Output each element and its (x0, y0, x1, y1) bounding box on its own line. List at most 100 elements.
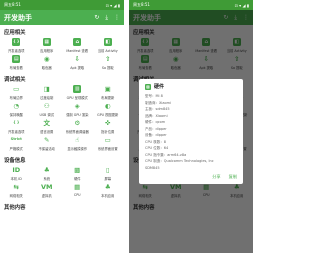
tool-tile[interactable]: ⇩ Apk 提取 (62, 55, 93, 72)
tool-tile[interactable]: ▭ 系统界面设置 (93, 136, 124, 153)
copy-button[interactable]: 复制 (229, 174, 237, 180)
tool-tile[interactable]: ◐ GPU 视图更新 (93, 102, 124, 119)
section-title: 其他内容 (4, 205, 26, 211)
tool-label: 开发者选项 (8, 129, 25, 134)
section-title: 设备信息 (4, 158, 26, 164)
download-icon[interactable]: ⤓ (105, 14, 108, 22)
more-icon[interactable]: ⋮ (114, 14, 120, 22)
tool-icon: ⚇ (43, 101, 50, 110)
tool-icon: 文 (43, 118, 51, 127)
tool-label: CPU (73, 192, 81, 197)
tool-label: 系统 (43, 176, 51, 181)
tool-tile[interactable]: ⇆ 网络相关 (1, 183, 32, 200)
tool-label: 系统界面设置 (97, 146, 118, 151)
status-bar: 周五8:51 ⊡ ▾ ◢ ▮ (0, 0, 124, 10)
tool-label: 虚拟机 (41, 193, 52, 198)
tool-label: 指针位置 (101, 129, 115, 134)
tool-label: 不保留活动 (38, 146, 55, 151)
tool-icon: ▤ (12, 55, 21, 63)
tool-icon: ♣ (104, 182, 111, 191)
chip-icon: ▩ (145, 83, 151, 90)
tool-icon: ▦ (42, 38, 51, 46)
tool-tile[interactable]: ▭ 布局边界 (1, 85, 32, 102)
tool-tile[interactable]: { } 开发者选项 (1, 119, 32, 136)
tool-tile[interactable]: ✜ 指针位置 (93, 119, 124, 136)
tool-icon: ☝ (75, 135, 80, 144)
tool-tile[interactable]: ▤ 布局查看 (1, 55, 32, 72)
tool-tile[interactable]: ⚇ USB 调试 (32, 102, 63, 119)
tool-label: 当前 Activity (97, 48, 118, 53)
tool-tile[interactable]: ▩ 硬件 (62, 166, 93, 183)
tool-label: GPU 视图更新 (97, 112, 119, 117)
dialog-title: 硬件 (154, 84, 165, 90)
tool-label: 开发者选项 (8, 48, 25, 53)
tool-label: 布局查看 (9, 65, 23, 70)
tool-label: 本机 ID (10, 176, 22, 181)
tool-tile[interactable]: ⌂ Manifest 查看 (62, 38, 93, 55)
tool-tile[interactable]: ◨ 过度绘制 (32, 85, 63, 102)
tool-icon: ⇆ (13, 182, 19, 191)
tool-icon: ▩ (74, 165, 81, 174)
tool-tile[interactable]: ▦ 应用程序 (32, 38, 63, 55)
tool-icon: Strict (10, 137, 22, 142)
tool-icon: { } (13, 120, 20, 125)
tool-tile[interactable]: ▯ 屏幕 (93, 166, 124, 183)
share-button[interactable]: 分享 (212, 174, 220, 180)
tool-tile[interactable]: ☝ 显示触摸操作 (62, 136, 93, 153)
tool-label: 强制 GPU 渲染 (66, 112, 89, 117)
tool-label: Apk 提取 (70, 65, 85, 70)
tool-icon: ♣ (43, 165, 50, 174)
app-title: 开发助手 (4, 13, 32, 22)
refresh-icon[interactable]: ↻ (94, 14, 99, 22)
status-icons: ⊡ ▾ ◢ ▮ (234, 2, 249, 8)
tool-icon: ⚙ (74, 118, 81, 127)
tool-tile[interactable]: ◧ 当前 Activity (93, 38, 124, 55)
tool-label: 布局更新 (101, 95, 115, 100)
tool-icon: ◉ (43, 54, 50, 63)
tool-tile[interactable]: ⇧ So 提取 (93, 55, 124, 72)
tool-icon: ⇩ (74, 54, 80, 63)
tool-tile[interactable]: VM 虚拟机 (32, 183, 63, 200)
tool-tile[interactable]: ▥ GPU 呈现模式 (62, 85, 93, 102)
status-bar: 周五8:51 ⊡ ▾ ◢ ▮ (129, 0, 253, 10)
tool-icon: VM (41, 182, 53, 191)
tool-label: 保持唤醒 (9, 112, 23, 117)
tool-label: So 提取 (101, 65, 114, 70)
tool-tile[interactable]: ♣ 系统 (32, 166, 63, 183)
tool-icon: ▦ (74, 182, 81, 191)
tool-tile[interactable]: ♣ 本机应用 (93, 183, 124, 200)
tool-label: 语言设置 (40, 129, 54, 134)
tool-tile[interactable]: ⚙ 系统界面调谐器 (62, 119, 93, 136)
tool-icon: ▯ (105, 165, 110, 174)
section-title: 应用相关 (4, 30, 26, 36)
tool-list: 应用相关 { } 开发者选项 ▦ 应用程序 ⌂ Manifest 查看 ◧ 当前 Activit… (0, 25, 124, 213)
tool-tile[interactable]: 文语言设置 (32, 119, 63, 136)
hardware-dialog: ▩ 硬件 型号：Mi 8 制造商：Xiaomi 主板：sdm845 品牌：Xiaomi… (139, 79, 243, 184)
tool-icon: ◔ (13, 101, 20, 110)
dialog-header: ▩ 硬件 (145, 83, 237, 90)
tool-label: 硬件 (73, 176, 81, 181)
tool-icon: ✜ (105, 118, 111, 127)
tool-tile[interactable]: ID 本机 ID (1, 166, 32, 183)
screen-right: 周五8:51 ⊡ ▾ ◢ ▮ 开发助手 ↻ ⤓ ⋮ 应用相关{ }开发者选项▦应… (129, 0, 253, 253)
dialog-rows: 型号：Mi 8 制造商：Xiaomi 主板：sdm845 品牌：Xiaomi 硬件：qc… (145, 94, 237, 172)
tool-tile[interactable]: ◉ 取色器 (32, 55, 63, 72)
tool-tile[interactable]: Strict 严格模式 (1, 136, 32, 153)
tool-icon: ▭ (104, 135, 111, 144)
tool-tile[interactable]: ◈ 强制 GPU 渲染 (62, 102, 93, 119)
tool-tile[interactable]: ✎ 不保留活动 (32, 136, 63, 153)
tool-tile[interactable]: ▣ 布局更新 (93, 85, 124, 102)
tool-label: GPU 呈现模式 (66, 95, 88, 100)
tool-grid: ID 本机 ID ♣ 系统 ▩ 硬件 ▯ 屏幕 ⇆ 网络相关 VM 虚拟机 ▦CPU ♣ 本机应用 (0, 166, 124, 200)
section-title: 调试相关 (4, 77, 26, 83)
tool-icon: ✎ (44, 135, 50, 144)
tool-tile[interactable]: ◔ 保持唤醒 (1, 102, 32, 119)
tool-icon: ▥ (73, 85, 82, 93)
tool-label: 本机应用 (101, 193, 115, 198)
tool-tile[interactable]: { } 开发者选项 (1, 38, 32, 55)
tool-icon: ◐ (104, 101, 111, 110)
tool-label: 应用程序 (40, 48, 54, 53)
tool-icon: ID (12, 165, 21, 174)
tool-tile[interactable]: ▦CPU (62, 183, 93, 200)
tool-label: 布局边界 (9, 95, 23, 100)
